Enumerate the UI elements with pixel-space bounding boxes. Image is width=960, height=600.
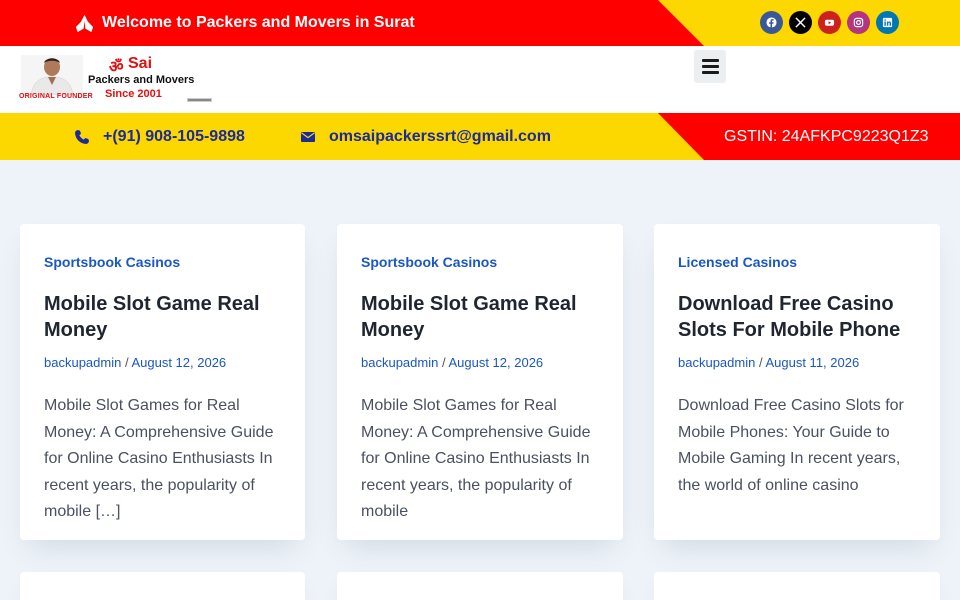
hamburger-icon xyxy=(701,59,719,62)
facebook-icon[interactable] xyxy=(760,11,783,34)
namaste-hands-icon xyxy=(75,14,94,32)
post-card-next xyxy=(654,572,940,600)
logo-divider xyxy=(187,98,212,102)
phone-link[interactable]: +(91) 908-105-9898 xyxy=(74,113,245,160)
linkedin-icon[interactable] xyxy=(876,11,899,34)
hamburger-line xyxy=(701,65,719,68)
post-excerpt: Download Free Casino Slots for Mobile Ph… xyxy=(678,397,904,494)
post-card: Sportsbook Casinos Mobile Slot Game Real… xyxy=(20,224,305,540)
youtube-icon[interactable] xyxy=(818,11,841,34)
instagram-icon[interactable] xyxy=(847,11,870,34)
post-author-link[interactable]: backupadmin xyxy=(678,355,755,370)
post-card-next xyxy=(337,572,623,600)
post-category-link[interactable]: Licensed Casinos xyxy=(678,254,920,270)
post-title[interactable]: Mobile Slot Game Real Money xyxy=(361,291,603,343)
phone-icon xyxy=(75,129,89,144)
post-category-link[interactable]: Sportsbook Casinos xyxy=(44,254,285,270)
post-meta: backupadmin / August 12, 2026 xyxy=(361,355,603,371)
site-logo[interactable]: ॐ Sai Packers and Movers Since 2001 ORIG… xyxy=(19,55,195,102)
post-excerpt: Mobile Slot Games for Real Money: A Comp… xyxy=(44,397,274,520)
welcome-message: Welcome to Packers and Movers in Surat xyxy=(74,0,415,46)
post-card: Licensed Casinos Download Free Casino Sl… xyxy=(654,224,940,540)
post-date-link[interactable]: August 11, 2026 xyxy=(765,355,859,370)
hamburger-line xyxy=(701,71,719,74)
welcome-text: Welcome to Packers and Movers in Surat xyxy=(102,14,415,31)
envelope-icon xyxy=(301,131,315,142)
post-date-link[interactable]: August 12, 2026 xyxy=(131,355,226,370)
post-meta: backupadmin / August 11, 2026 xyxy=(678,355,920,371)
gstin-number: GSTIN: 24AFKPC9223Q1Z3 xyxy=(724,127,929,145)
contact-bar: +(91) 908-105-9898 omsaipackerssrt@gmail… xyxy=(0,113,960,160)
logo-brand-text: Sai xyxy=(128,55,153,72)
social-links xyxy=(760,11,899,34)
post-meta: backupadmin / August 12, 2026 xyxy=(44,355,285,371)
post-author-link[interactable]: backupadmin xyxy=(44,355,121,370)
post-category-link[interactable]: Sportsbook Casinos xyxy=(361,254,603,270)
logo-tagline: Packers and Movers xyxy=(88,74,195,86)
post-author-link[interactable]: backupadmin xyxy=(361,355,438,370)
site-header: ॐ Sai Packers and Movers Since 2001 ORIG… xyxy=(0,46,960,113)
email-address: omsaipackerssrt@gmail.com xyxy=(329,127,551,145)
post-card: Sportsbook Casinos Mobile Slot Game Real… xyxy=(337,224,623,540)
logo-since: Since 2001 xyxy=(105,88,162,100)
logo-founder-caption: ORIGINAL FOUNDER xyxy=(19,93,93,100)
post-date-link[interactable]: August 12, 2026 xyxy=(448,355,543,370)
top-bar: Welcome to Packers and Movers in Surat xyxy=(0,0,960,46)
post-title[interactable]: Mobile Slot Game Real Money xyxy=(44,291,285,343)
post-title[interactable]: Download Free Casino Slots For Mobile Ph… xyxy=(678,291,920,343)
founder-photo xyxy=(21,55,83,95)
email-link[interactable]: omsaipackerssrt@gmail.com xyxy=(300,113,551,160)
phone-number: +(91) 908-105-9898 xyxy=(103,127,245,145)
x-twitter-icon[interactable] xyxy=(789,11,812,34)
post-card-next xyxy=(20,572,305,600)
hamburger-menu-button[interactable] xyxy=(694,50,726,83)
post-excerpt: Mobile Slot Games for Real Money: A Comp… xyxy=(361,397,591,520)
